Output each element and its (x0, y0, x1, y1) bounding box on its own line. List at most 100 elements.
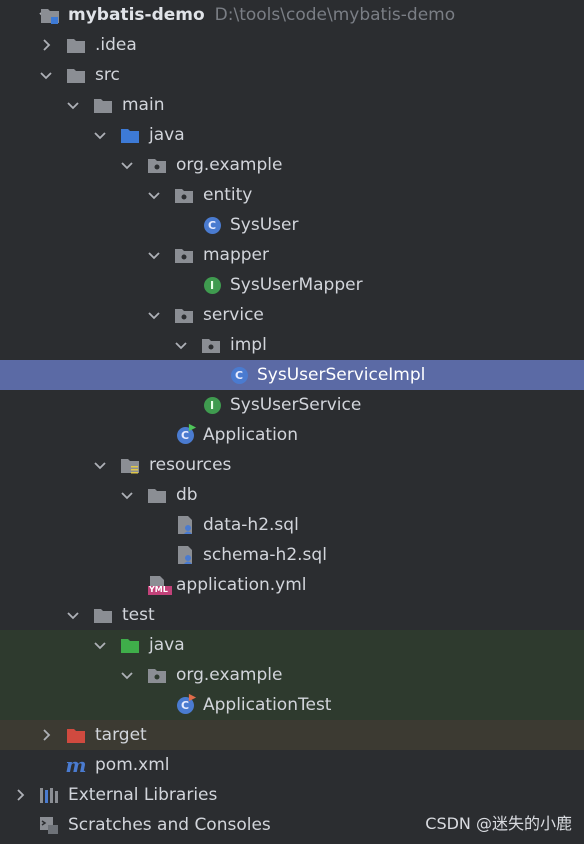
tree-node-label: schema-h2.sql (203, 545, 327, 565)
tree-node-test-org-example[interactable]: org.example (0, 660, 584, 690)
tree-node-main[interactable]: main (0, 90, 584, 120)
tree-node-target[interactable]: target (0, 720, 584, 750)
tree-node-applicationtest[interactable]: C ApplicationTest (0, 690, 584, 720)
tree-node-label: SysUserServiceImpl (257, 365, 426, 385)
tree-node-label: External Libraries (68, 785, 218, 805)
chevron-down-icon[interactable] (146, 240, 162, 270)
test-run-marker-icon (188, 693, 197, 702)
source-folder-icon (120, 125, 140, 145)
tree-node-sysuserservice[interactable]: I SysUserService (0, 390, 584, 420)
chevron-down-icon[interactable] (92, 630, 108, 660)
chevron-down-icon[interactable] (173, 330, 189, 360)
chevron-down-icon[interactable] (119, 660, 135, 690)
tree-node-application[interactable]: C Application (0, 420, 584, 450)
tree-node-label: java (149, 125, 185, 145)
yml-badge-text: YML (149, 585, 168, 594)
tree-node-label: main (122, 95, 165, 115)
tree-node-org-example[interactable]: org.example (0, 150, 584, 180)
tree-node-label: SysUser (230, 215, 299, 235)
folder-icon (93, 605, 113, 625)
chevron-down-icon[interactable] (38, 60, 54, 90)
tree-node-label: .idea (95, 35, 137, 55)
excluded-folder-icon (66, 725, 86, 745)
tree-node-label: org.example (176, 665, 283, 685)
tree-node-entity[interactable]: entity (0, 180, 584, 210)
tree-node-label: entity (203, 185, 253, 205)
maven-icon: m (65, 755, 86, 775)
tree-node-data-h2-sql[interactable]: data-h2.sql (0, 510, 584, 540)
chevron-right-icon[interactable] (38, 720, 54, 750)
chevron-right-icon[interactable] (38, 30, 54, 60)
package-icon (174, 305, 194, 325)
package-icon (174, 245, 194, 265)
tree-node-label: SysUserMapper (230, 275, 363, 295)
tree-node-label: target (95, 725, 147, 745)
chevron-down-icon[interactable] (92, 120, 108, 150)
watermark-text: CSDN @迷失的小鹿 (425, 814, 572, 833)
project-path: D:\tools\code\mybatis-demo (214, 5, 456, 25)
runnable-class-icon: C (175, 423, 197, 445)
tree-node-label: src (95, 65, 120, 85)
package-icon (147, 155, 167, 175)
chevron-down-icon[interactable] (65, 600, 81, 630)
chevron-down-icon[interactable] (146, 300, 162, 330)
tree-node-db[interactable]: db (0, 480, 584, 510)
chevron-down-icon[interactable] (146, 180, 162, 210)
tree-node-label: resources (149, 455, 232, 475)
yml-file-icon: YML (147, 575, 173, 595)
tree-node-label: service (203, 305, 264, 325)
folder-icon (66, 65, 86, 85)
package-icon (147, 665, 167, 685)
resources-folder-icon (120, 455, 140, 475)
tree-node-idea[interactable]: .idea (0, 30, 584, 60)
tree-node-pom-xml[interactable]: m pom.xml (0, 750, 584, 780)
tree-node-impl[interactable]: impl (0, 330, 584, 360)
tree-node-sysuser[interactable]: C SysUser (0, 210, 584, 240)
project-name: mybatis-demo (68, 5, 205, 25)
test-class-icon: C (175, 693, 197, 715)
tree-node-label: test (122, 605, 155, 625)
class-icon: C (202, 215, 222, 235)
project-tree: mybatis-demo D:\tools\code\mybatis-demo .… (0, 0, 584, 840)
tree-node-label: impl (230, 335, 267, 355)
tree-node-label: java (149, 635, 185, 655)
class-badge: C (230, 366, 248, 384)
tree-node-label: application.yml (176, 575, 307, 595)
tree-node-project-root[interactable]: mybatis-demo D:\tools\code\mybatis-demo (0, 0, 584, 30)
tree-node-label: data-h2.sql (203, 515, 299, 535)
chevron-right-icon[interactable] (12, 780, 28, 810)
tree-node-application-yml[interactable]: YML application.yml (0, 570, 584, 600)
tree-node-schema-h2-sql[interactable]: schema-h2.sql (0, 540, 584, 570)
library-icon (39, 785, 59, 805)
folder-icon (147, 485, 167, 505)
tree-node-sysusermapper[interactable]: I SysUserMapper (0, 270, 584, 300)
tree-node-test[interactable]: test (0, 600, 584, 630)
tree-node-resources[interactable]: resources (0, 450, 584, 480)
tree-node-label: SysUserService (230, 395, 362, 415)
scratches-icon (39, 815, 59, 835)
tree-node-label: db (176, 485, 198, 505)
run-marker-icon (188, 423, 197, 432)
sql-file-icon (175, 515, 195, 535)
tree-node-test-java[interactable]: java (0, 630, 584, 660)
class-badge: C (203, 216, 221, 234)
chevron-down-icon[interactable] (119, 150, 135, 180)
tree-node-src[interactable]: src (0, 60, 584, 90)
tree-node-mapper[interactable]: mapper (0, 240, 584, 270)
interface-badge: I (203, 396, 221, 414)
interface-badge: I (203, 276, 221, 294)
test-source-folder-icon (120, 635, 140, 655)
module-folder-icon (40, 5, 60, 25)
chevron-down-icon[interactable] (65, 90, 81, 120)
tree-node-label: org.example (176, 155, 283, 175)
tree-node-label: pom.xml (95, 755, 170, 775)
tree-node-main-java[interactable]: java (0, 120, 584, 150)
folder-icon (66, 35, 86, 55)
chevron-down-icon[interactable] (92, 450, 108, 480)
tree-node-external-libraries[interactable]: External Libraries (0, 780, 584, 810)
tree-node-sysuserserviceimpl[interactable]: C SysUserServiceImpl (0, 360, 584, 390)
tree-node-label: mapper (203, 245, 270, 265)
chevron-down-icon[interactable] (119, 480, 135, 510)
sql-file-icon (175, 545, 195, 565)
tree-node-service[interactable]: service (0, 300, 584, 330)
